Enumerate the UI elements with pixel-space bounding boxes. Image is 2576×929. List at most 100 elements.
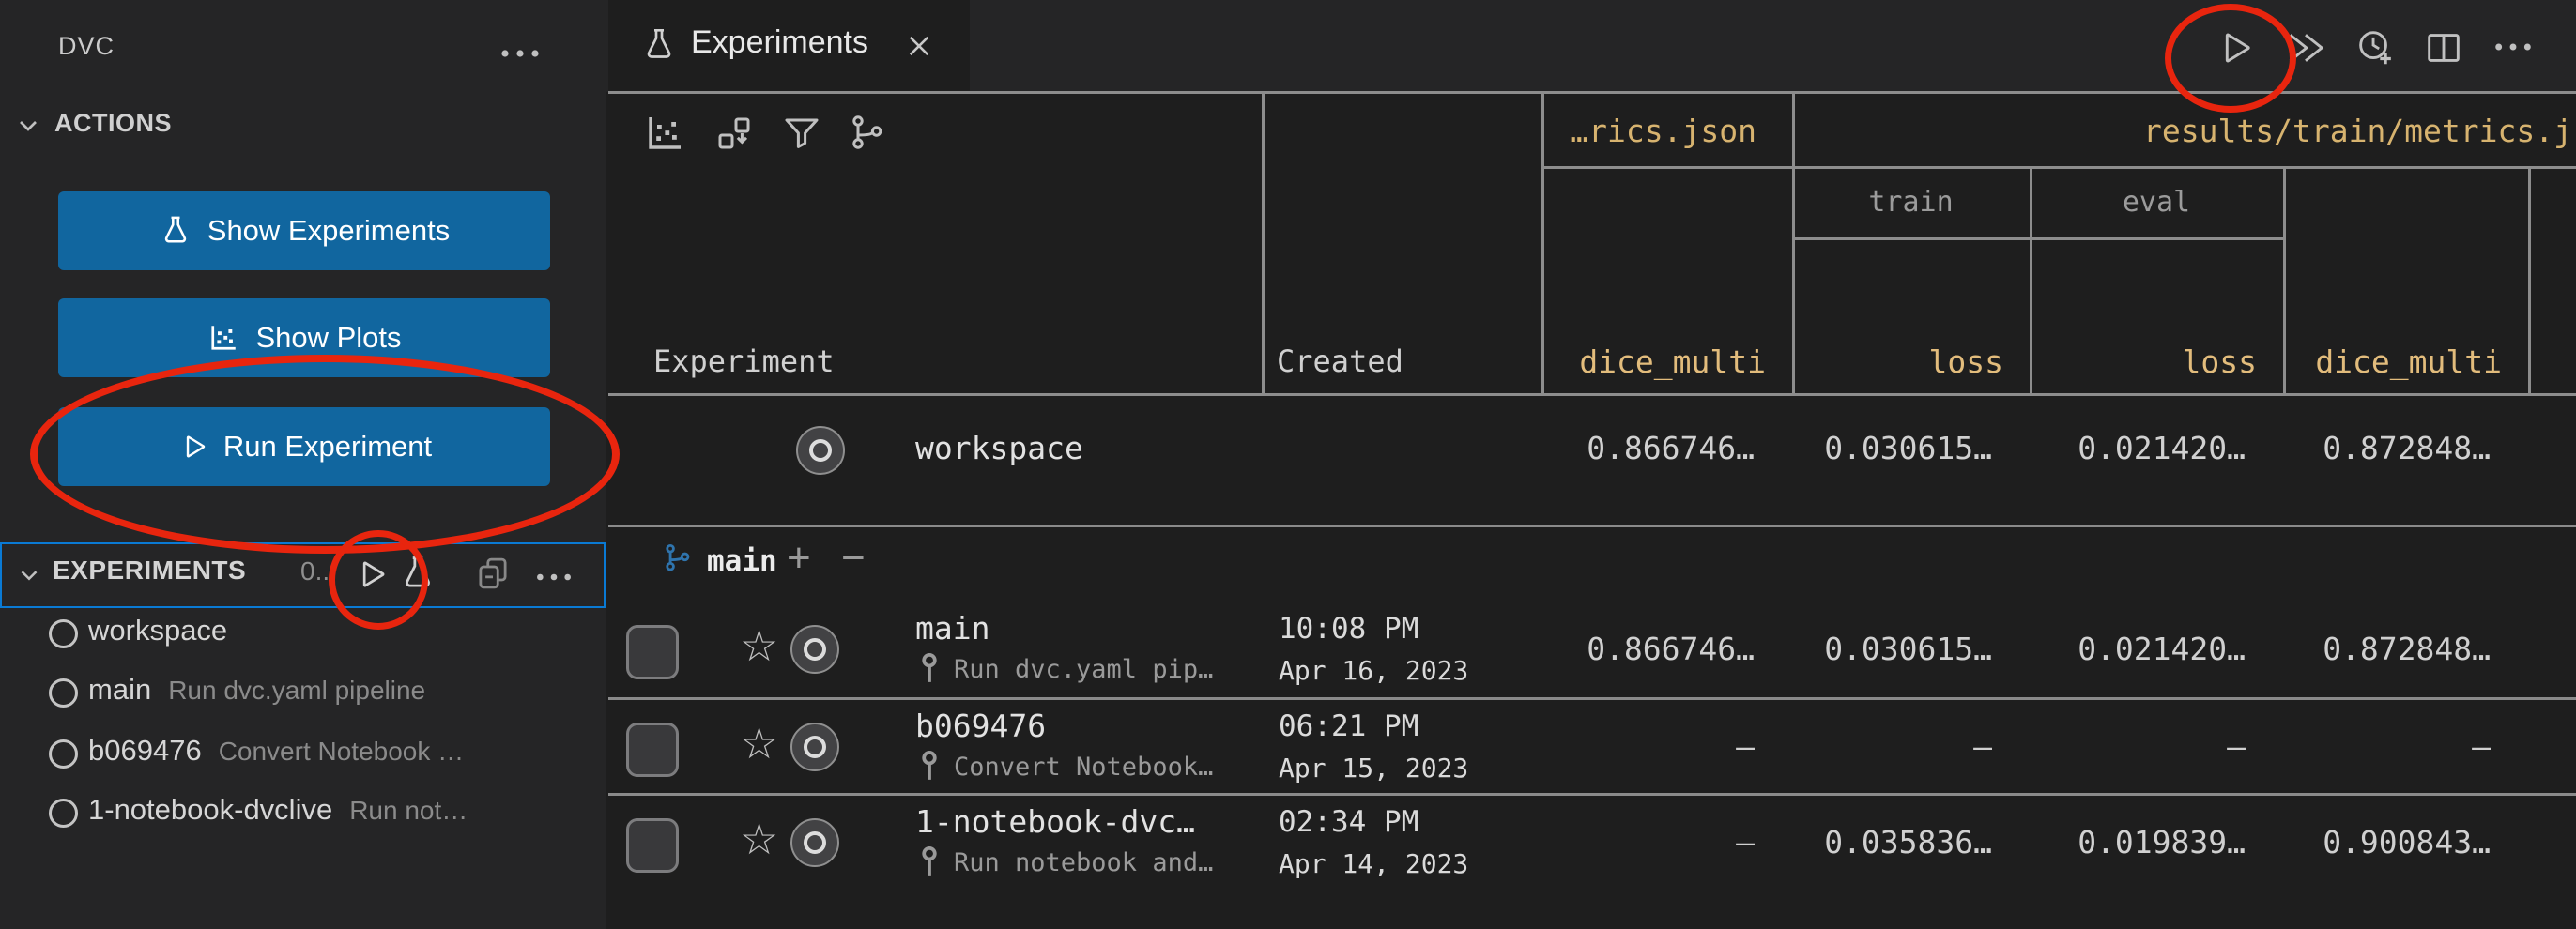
chevron-down-icon[interactable] [13, 111, 43, 141]
move-to-columns-icon[interactable] [712, 111, 757, 156]
row-name[interactable]: b069476 [915, 708, 1046, 744]
branch-add-button[interactable]: + [787, 535, 811, 582]
row-value: 0.019839… [2030, 824, 2246, 860]
sidebar-item-1-notebook-dvclive[interactable]: 1-notebook-dvclive Run not… [88, 793, 468, 827]
split-editor-icon[interactable] [2422, 26, 2465, 69]
row-value: 0.021420… [2030, 631, 2246, 667]
experiments-section-label: EXPERIMENTS [53, 556, 246, 586]
workspace-row-name[interactable]: workspace [915, 430, 1083, 466]
annotation-ellipse-run-experiment [30, 355, 620, 554]
column-header-eval-loss[interactable]: loss [2030, 343, 2257, 380]
copy-icon[interactable] [473, 554, 513, 593]
workspace-value: 0.872848… [2283, 430, 2491, 466]
column-header-eval-dice-multi[interactable]: dice_multi [2283, 343, 2502, 380]
row-value: 0.872848… [2283, 631, 2491, 667]
row-value: – [1792, 728, 1992, 765]
dvc-vscode-window: DVC ACTIONS Show Experiments Show Plots … [0, 0, 2576, 929]
radio-inner-icon [809, 439, 832, 462]
row-checkbox[interactable] [626, 625, 679, 679]
more-actions-icon[interactable] [533, 565, 575, 589]
beaker-icon [640, 26, 678, 64]
row-sub-label: Convert Notebook… [954, 753, 1213, 782]
item-description: Convert Notebook … [219, 737, 464, 767]
item-name: b069476 [88, 734, 202, 768]
radio-icon[interactable] [790, 723, 839, 771]
workspace-value: 0.866746… [1541, 430, 1755, 466]
show-experiments-label: Show Experiments [207, 214, 450, 248]
item-name: workspace [88, 614, 227, 647]
sidebar-item-b069476[interactable]: b069476 Convert Notebook … [88, 734, 464, 768]
workspace-value: 0.021420… [2030, 430, 2246, 466]
row-time: 02:34 PM [1279, 805, 1418, 839]
sidebar-title: DVC [58, 32, 115, 61]
branch-remove-button[interactable]: − [841, 535, 866, 582]
experiment-bullet-icon [49, 739, 78, 769]
sidebar-item-workspace[interactable]: workspace [88, 614, 227, 647]
chevron-down-icon[interactable] [15, 561, 43, 589]
history-icon[interactable] [2353, 26, 2396, 69]
git-branch-icon [660, 541, 696, 576]
dag-icon[interactable] [845, 111, 890, 156]
filter-icon[interactable] [779, 111, 824, 156]
experiment-bullet-icon [49, 799, 78, 828]
row-value: 0.035836… [1792, 824, 1992, 860]
scatter-plot-icon [207, 321, 240, 355]
workspace-value: 0.030615… [1792, 430, 1992, 466]
radio-icon[interactable] [790, 818, 839, 867]
tab-label: Experiments [691, 24, 868, 61]
column-separator[interactable] [1262, 92, 1265, 394]
header-row-separator [1541, 166, 2576, 169]
column-header-experiment[interactable]: Experiment [653, 343, 835, 379]
row-date: Apr 16, 2023 [1279, 655, 1468, 686]
star-icon[interactable]: ☆ [740, 719, 778, 768]
show-experiments-button[interactable]: Show Experiments [58, 191, 550, 270]
sidebar-item-main[interactable]: main Run dvc.yaml pipeline [88, 673, 425, 707]
actions-section-label: ACTIONS [54, 109, 172, 138]
more-actions-icon[interactable] [498, 39, 543, 68]
commit-icon [915, 749, 943, 784]
row-date: Apr 14, 2023 [1279, 848, 1468, 879]
close-icon[interactable] [903, 30, 935, 62]
experiment-bullet-icon [49, 678, 78, 708]
row-name[interactable]: main [915, 610, 989, 647]
subgroup-header-eval[interactable]: eval [2030, 186, 2283, 219]
branch-name: main [707, 544, 777, 578]
radio-inner-icon [804, 736, 826, 758]
show-plots-label: Show Plots [255, 321, 401, 355]
row-separator [608, 793, 2576, 796]
star-icon[interactable]: ☆ [740, 815, 778, 863]
column-separator[interactable] [2528, 166, 2531, 394]
column-header-dice-multi[interactable]: dice_multi [1541, 343, 1766, 380]
row-value: – [2030, 728, 2246, 765]
item-description: Run dvc.yaml pipeline [168, 676, 425, 706]
row-time: 10:08 PM [1279, 612, 1418, 646]
row-checkbox[interactable] [626, 818, 679, 873]
row-checkbox[interactable] [626, 723, 679, 777]
column-header-created[interactable]: Created [1277, 343, 1403, 379]
plots-icon[interactable] [642, 111, 687, 156]
item-description: Run not… [349, 796, 468, 826]
row-value: 0.030615… [1792, 631, 1992, 667]
radio-inner-icon [804, 831, 826, 854]
row-value: 0.866746… [1541, 631, 1755, 667]
group-header-metrics-json[interactable]: …rics.json [1541, 113, 1756, 149]
row-value: – [2283, 728, 2491, 765]
row-value: – [1541, 728, 1755, 765]
header-row-separator [1792, 237, 2286, 240]
row-separator [608, 697, 2576, 700]
star-icon[interactable]: ☆ [740, 621, 778, 670]
row-value: – [1541, 824, 1755, 860]
row-sub-label: Run dvc.yaml pip… [954, 655, 1213, 684]
subgroup-header-train[interactable]: train [1792, 186, 2030, 219]
row-date: Apr 15, 2023 [1279, 753, 1468, 784]
row-value: 0.900843… [2283, 824, 2491, 860]
radio-icon[interactable] [790, 625, 839, 674]
row-name[interactable]: 1-notebook-dvc… [915, 803, 1195, 840]
group-header-results-train-metrics[interactable]: results/train/metrics.j [1792, 113, 2572, 149]
more-actions-icon[interactable] [2492, 34, 2535, 60]
radio-icon[interactable] [796, 426, 845, 475]
annotation-circle-sidebar-play [329, 530, 428, 630]
beaker-icon [159, 214, 192, 248]
row-separator [608, 525, 2576, 527]
column-header-train-loss[interactable]: loss [1792, 343, 2003, 380]
